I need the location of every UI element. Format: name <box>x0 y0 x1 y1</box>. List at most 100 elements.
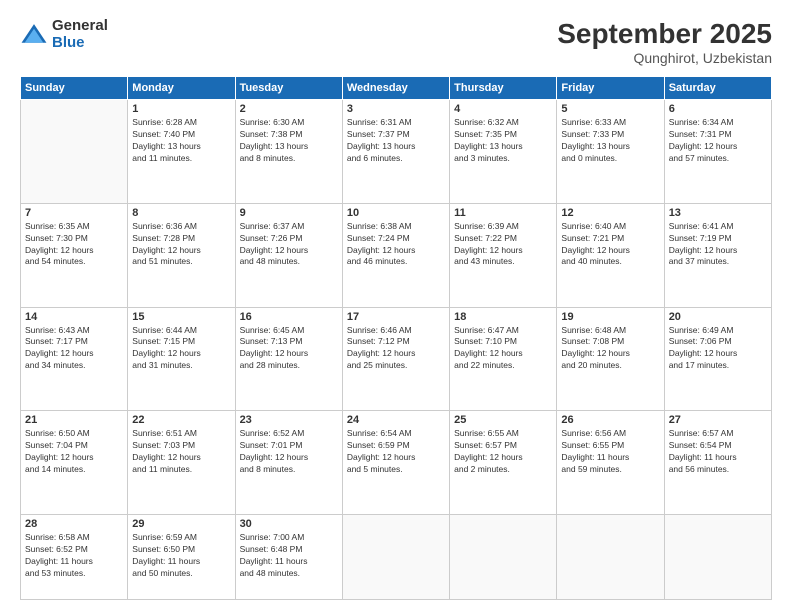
day-header-sunday: Sunday <box>21 77 128 100</box>
location: Qunghirot, Uzbekistan <box>557 50 772 66</box>
cell-content: Sunrise: 6:34 AMSunset: 7:31 PMDaylight:… <box>669 117 767 165</box>
calendar-cell: 19 Sunrise: 6:48 AMSunset: 7:08 PMDayligh… <box>557 307 664 411</box>
header: General Blue September 2025 Qunghirot, U… <box>20 18 772 66</box>
cell-content: Sunrise: 6:43 AMSunset: 7:17 PMDaylight:… <box>25 325 123 373</box>
day-number: 27 <box>669 414 767 426</box>
day-number: 28 <box>25 518 123 530</box>
day-number: 8 <box>132 207 230 219</box>
calendar-cell <box>664 515 771 600</box>
month-year: September 2025 <box>557 18 772 50</box>
calendar-cell: 9 Sunrise: 6:37 AMSunset: 7:26 PMDaylight… <box>235 203 342 307</box>
cell-content: Sunrise: 6:58 AMSunset: 6:52 PMDaylight:… <box>25 532 123 580</box>
cell-content: Sunrise: 6:37 AMSunset: 7:26 PMDaylight:… <box>240 221 338 269</box>
day-header-wednesday: Wednesday <box>342 77 449 100</box>
day-header-saturday: Saturday <box>664 77 771 100</box>
day-header-monday: Monday <box>128 77 235 100</box>
logo-blue: Blue <box>52 35 108 52</box>
calendar-cell: 28 Sunrise: 6:58 AMSunset: 6:52 PMDayligh… <box>21 515 128 600</box>
cell-content: Sunrise: 6:59 AMSunset: 6:50 PMDaylight:… <box>132 532 230 580</box>
day-number: 14 <box>25 311 123 323</box>
calendar-cell: 16 Sunrise: 6:45 AMSunset: 7:13 PMDayligh… <box>235 307 342 411</box>
logo-icon <box>20 21 48 49</box>
day-number: 20 <box>669 311 767 323</box>
calendar-cell: 4Sunrise: 6:32 AMSunset: 7:35 PMDaylight… <box>450 100 557 204</box>
day-number: 6 <box>669 103 767 115</box>
calendar-cell <box>557 515 664 600</box>
day-number: 19 <box>561 311 659 323</box>
page: General Blue September 2025 Qunghirot, U… <box>0 0 792 612</box>
calendar-cell: 21 Sunrise: 6:50 AMSunset: 7:04 PMDayligh… <box>21 411 128 515</box>
day-number: 11 <box>454 207 552 219</box>
day-number: 29 <box>132 518 230 530</box>
calendar-cell: 29 Sunrise: 6:59 AMSunset: 6:50 PMDayligh… <box>128 515 235 600</box>
day-number: 2 <box>240 103 338 115</box>
cell-content: Sunrise: 6:48 AMSunset: 7:08 PMDaylight:… <box>561 325 659 373</box>
cell-content: Sunrise: 6:52 AMSunset: 7:01 PMDaylight:… <box>240 428 338 476</box>
logo-general: General <box>52 18 108 35</box>
cell-content: Sunrise: 7:00 AMSunset: 6:48 PMDaylight:… <box>240 532 338 580</box>
cell-content: Sunrise: 6:57 AMSunset: 6:54 PMDaylight:… <box>669 428 767 476</box>
day-number: 13 <box>669 207 767 219</box>
calendar-cell: 18 Sunrise: 6:47 AMSunset: 7:10 PMDayligh… <box>450 307 557 411</box>
calendar-cell: 7 Sunrise: 6:35 AMSunset: 7:30 PMDaylight… <box>21 203 128 307</box>
calendar: SundayMondayTuesdayWednesdayThursdayFrid… <box>20 76 772 600</box>
day-number: 9 <box>240 207 338 219</box>
calendar-cell: 2 Sunrise: 6:30 AMSunset: 7:38 PMDaylight… <box>235 100 342 204</box>
cell-content: Sunrise: 6:45 AMSunset: 7:13 PMDaylight:… <box>240 325 338 373</box>
cell-content: Sunrise: 6:46 AMSunset: 7:12 PMDaylight:… <box>347 325 445 373</box>
calendar-cell: 20 Sunrise: 6:49 AMSunset: 7:06 PMDayligh… <box>664 307 771 411</box>
calendar-cell: 13Sunrise: 6:41 AMSunset: 7:19 PMDayligh… <box>664 203 771 307</box>
cell-content: Sunrise: 6:39 AMSunset: 7:22 PMDaylight:… <box>454 221 552 269</box>
calendar-cell: 25 Sunrise: 6:55 AMSunset: 6:57 PMDayligh… <box>450 411 557 515</box>
cell-content: Sunrise: 6:35 AMSunset: 7:30 PMDaylight:… <box>25 221 123 269</box>
calendar-cell: 17 Sunrise: 6:46 AMSunset: 7:12 PMDayligh… <box>342 307 449 411</box>
calendar-cell: 24Sunrise: 6:54 AMSunset: 6:59 PMDayligh… <box>342 411 449 515</box>
cell-content: Sunrise: 6:55 AMSunset: 6:57 PMDaylight:… <box>454 428 552 476</box>
logo: General Blue <box>20 18 108 51</box>
day-header-thursday: Thursday <box>450 77 557 100</box>
cell-content: Sunrise: 6:50 AMSunset: 7:04 PMDaylight:… <box>25 428 123 476</box>
cell-content: Sunrise: 6:38 AMSunset: 7:24 PMDaylight:… <box>347 221 445 269</box>
day-number: 17 <box>347 311 445 323</box>
calendar-cell <box>450 515 557 600</box>
day-number: 30 <box>240 518 338 530</box>
calendar-cell: 26 Sunrise: 6:56 AMSunset: 6:55 PMDayligh… <box>557 411 664 515</box>
cell-content: Sunrise: 6:30 AMSunset: 7:38 PMDaylight:… <box>240 117 338 165</box>
day-number: 23 <box>240 414 338 426</box>
cell-content: Sunrise: 6:44 AMSunset: 7:15 PMDaylight:… <box>132 325 230 373</box>
cell-content: Sunrise: 6:47 AMSunset: 7:10 PMDaylight:… <box>454 325 552 373</box>
day-number: 21 <box>25 414 123 426</box>
day-number: 24 <box>347 414 445 426</box>
calendar-cell: 15Sunrise: 6:44 AMSunset: 7:15 PMDayligh… <box>128 307 235 411</box>
calendar-cell: 8Sunrise: 6:36 AMSunset: 7:28 PMDaylight… <box>128 203 235 307</box>
cell-content: Sunrise: 6:40 AMSunset: 7:21 PMDaylight:… <box>561 221 659 269</box>
day-number: 7 <box>25 207 123 219</box>
calendar-cell: 11 Sunrise: 6:39 AMSunset: 7:22 PMDayligh… <box>450 203 557 307</box>
cell-content: Sunrise: 6:56 AMSunset: 6:55 PMDaylight:… <box>561 428 659 476</box>
day-header-friday: Friday <box>557 77 664 100</box>
cell-content: Sunrise: 6:31 AMSunset: 7:37 PMDaylight:… <box>347 117 445 165</box>
calendar-cell: 3Sunrise: 6:31 AMSunset: 7:37 PMDaylight… <box>342 100 449 204</box>
day-number: 26 <box>561 414 659 426</box>
day-number: 25 <box>454 414 552 426</box>
day-number: 18 <box>454 311 552 323</box>
calendar-cell <box>342 515 449 600</box>
cell-content: Sunrise: 6:28 AMSunset: 7:40 PMDaylight:… <box>132 117 230 165</box>
day-number: 16 <box>240 311 338 323</box>
title-block: September 2025 Qunghirot, Uzbekistan <box>557 18 772 66</box>
cell-content: Sunrise: 6:49 AMSunset: 7:06 PMDaylight:… <box>669 325 767 373</box>
day-number: 1 <box>132 103 230 115</box>
day-header-tuesday: Tuesday <box>235 77 342 100</box>
calendar-cell: 27 Sunrise: 6:57 AMSunset: 6:54 PMDayligh… <box>664 411 771 515</box>
cell-content: Sunrise: 6:32 AMSunset: 7:35 PMDaylight:… <box>454 117 552 165</box>
cell-content: Sunrise: 6:33 AMSunset: 7:33 PMDaylight:… <box>561 117 659 165</box>
calendar-cell: 30 Sunrise: 7:00 AMSunset: 6:48 PMDayligh… <box>235 515 342 600</box>
calendar-cell: 1 Sunrise: 6:28 AMSunset: 7:40 PMDaylight… <box>128 100 235 204</box>
day-number: 12 <box>561 207 659 219</box>
day-number: 10 <box>347 207 445 219</box>
calendar-cell: 22Sunrise: 6:51 AMSunset: 7:03 PMDayligh… <box>128 411 235 515</box>
day-number: 22 <box>132 414 230 426</box>
calendar-cell: 14 Sunrise: 6:43 AMSunset: 7:17 PMDayligh… <box>21 307 128 411</box>
calendar-cell: 6 Sunrise: 6:34 AMSunset: 7:31 PMDaylight… <box>664 100 771 204</box>
day-number: 5 <box>561 103 659 115</box>
